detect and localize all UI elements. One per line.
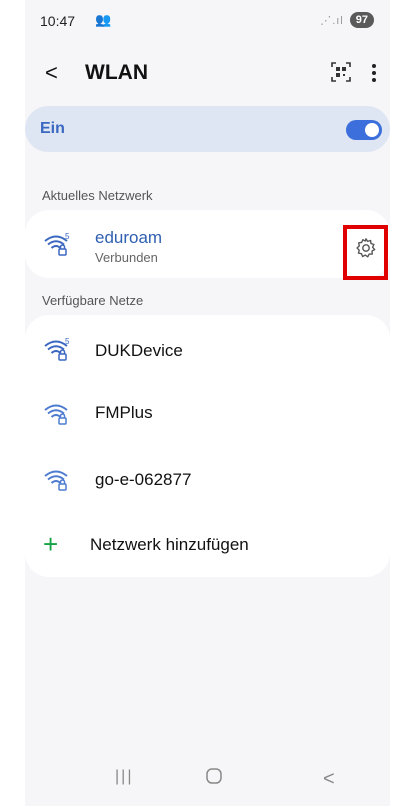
signal-icon: ⋰.ıl	[320, 14, 344, 27]
network-row[interactable]: FMPlus	[25, 383, 390, 443]
recent-apps-icon[interactable]: |||	[115, 768, 133, 786]
current-network-card: 5 eduroam Verbunden	[25, 210, 390, 278]
current-network-heading: Aktuelles Netzwerk	[42, 188, 153, 203]
network-settings-button[interactable]	[343, 225, 388, 280]
back-nav-icon[interactable]: <	[323, 768, 335, 791]
phone-screen: 10:47 👥 ⋰.ıl 97 < WLAN Ein Aktuelles Net…	[25, 0, 390, 806]
add-network-row[interactable]: + Netzwerk hinzufügen	[25, 515, 390, 575]
switch-knob	[365, 123, 379, 137]
add-network-label: Netzwerk hinzufügen	[90, 535, 249, 554]
available-networks-card: 5 DUKDevice FMPlus go-e-062877 + Netzwer…	[25, 315, 390, 577]
wifi-6-lock-icon: 5	[44, 337, 70, 361]
plus-icon: +	[43, 529, 59, 559]
qr-code-scan-icon[interactable]	[331, 62, 351, 82]
people-icon: 👥	[95, 12, 112, 27]
available-networks-heading: Verfügbare Netze	[42, 293, 144, 308]
svg-text:5: 5	[65, 232, 70, 241]
status-right: ⋰.ıl 97	[320, 12, 374, 28]
network-name: go-e-062877	[95, 470, 192, 489]
wifi-6-lock-icon: 5	[44, 232, 70, 256]
status-bar: 10:47 👥 ⋰.ıl 97	[25, 0, 390, 40]
network-row[interactable]: go-e-062877	[25, 449, 390, 509]
current-network-status: Verbunden	[95, 250, 158, 265]
app-header: < WLAN	[25, 52, 390, 96]
home-icon[interactable]	[205, 766, 223, 791]
gear-icon	[356, 238, 376, 258]
wifi-toggle-card[interactable]: Ein	[25, 106, 390, 152]
wifi-lock-icon	[44, 470, 68, 491]
svg-text:5: 5	[65, 337, 70, 346]
wifi-lock-icon	[44, 404, 68, 425]
status-time: 10:47	[40, 13, 76, 29]
battery-badge: 97	[349, 12, 374, 28]
network-name: FMPlus	[95, 403, 153, 422]
network-name: DUKDevice	[95, 341, 183, 360]
page-title: WLAN	[85, 61, 148, 84]
system-nav-bar: ||| <	[25, 750, 390, 806]
wifi-switch[interactable]	[346, 120, 382, 140]
current-network-row[interactable]: 5 eduroam Verbunden	[25, 214, 390, 274]
network-row[interactable]: 5 DUKDevice	[25, 319, 390, 379]
back-arrow-icon[interactable]: <	[45, 60, 58, 86]
wifi-toggle-label: Ein	[40, 120, 65, 137]
current-network-name: eduroam	[95, 228, 163, 247]
more-options-icon[interactable]	[368, 62, 380, 84]
